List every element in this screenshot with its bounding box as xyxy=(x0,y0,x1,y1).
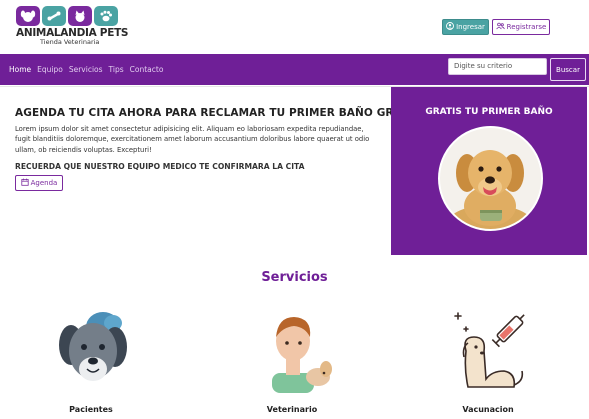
register-button[interactable]: Registrarse xyxy=(492,19,550,35)
veterinarian-icon xyxy=(250,307,340,401)
service-label-pacientes: Pacientes xyxy=(69,405,113,414)
main-navbar: Home Equipo Servicios Tips Contacto Digi… xyxy=(0,54,589,85)
dog-photo xyxy=(438,126,543,231)
agenda-label: Agenda xyxy=(30,179,58,187)
calendar-icon xyxy=(21,178,29,188)
agenda-button[interactable]: Agenda xyxy=(15,175,63,191)
nav-item-equipo[interactable]: Equipo xyxy=(37,65,63,74)
service-label-veterinario: Veterinario xyxy=(266,405,318,414)
header-divider xyxy=(0,86,589,87)
nav-item-servicios[interactable]: Servicios xyxy=(69,65,103,74)
login-button[interactable]: Ingresar xyxy=(442,19,489,35)
nav-links: Home Equipo Servicios Tips Contacto xyxy=(9,65,163,74)
hero-title: AGENDA TU CITA AHORA PARA RECLAMAR TU PR… xyxy=(15,107,420,119)
search-button[interactable]: Buscar xyxy=(550,58,586,81)
dog-logo-icon xyxy=(16,6,40,26)
logo-icons xyxy=(16,6,120,26)
bone-logo-icon xyxy=(42,6,66,26)
cat-logo-icon xyxy=(68,6,92,26)
promo-title: GRATIS TU PRIMER BAÑO xyxy=(425,107,553,117)
hero-subtitle: RECUERDA QUE NUESTRO EQUIPO MEDICO TE CO… xyxy=(15,162,305,171)
user-circle-icon xyxy=(446,22,455,32)
hero-body-text: Lorem ipsum dolor sit amet consectetur a… xyxy=(15,125,370,154)
search-input[interactable]: Digite su criterio xyxy=(448,58,547,75)
brand-logo[interactable]: ANIMALANDIA PETS Tienda Veterinaria xyxy=(16,6,129,50)
nav-item-contacto[interactable]: Contacto xyxy=(130,65,164,74)
top-header: ANIMALANDIA PETS Tienda Veterinaria Ingr… xyxy=(0,0,589,54)
dog-patient-icon xyxy=(51,307,137,395)
nav-item-home[interactable]: Home xyxy=(9,65,31,74)
register-label: Registrarse xyxy=(506,23,547,31)
users-icon xyxy=(495,22,505,32)
service-label-vacunacion: Vacunacion xyxy=(462,405,514,414)
promo-panel: GRATIS TU PRIMER BAÑO xyxy=(391,87,587,255)
nav-item-tips[interactable]: Tips xyxy=(109,65,124,74)
login-label: Ingresar xyxy=(456,23,485,31)
services-title: Servicios xyxy=(261,270,328,285)
vaccine-dog-icon xyxy=(452,307,532,395)
paw-logo-icon xyxy=(94,6,118,26)
brand-tagline: Tienda Veterinaria xyxy=(40,38,100,46)
